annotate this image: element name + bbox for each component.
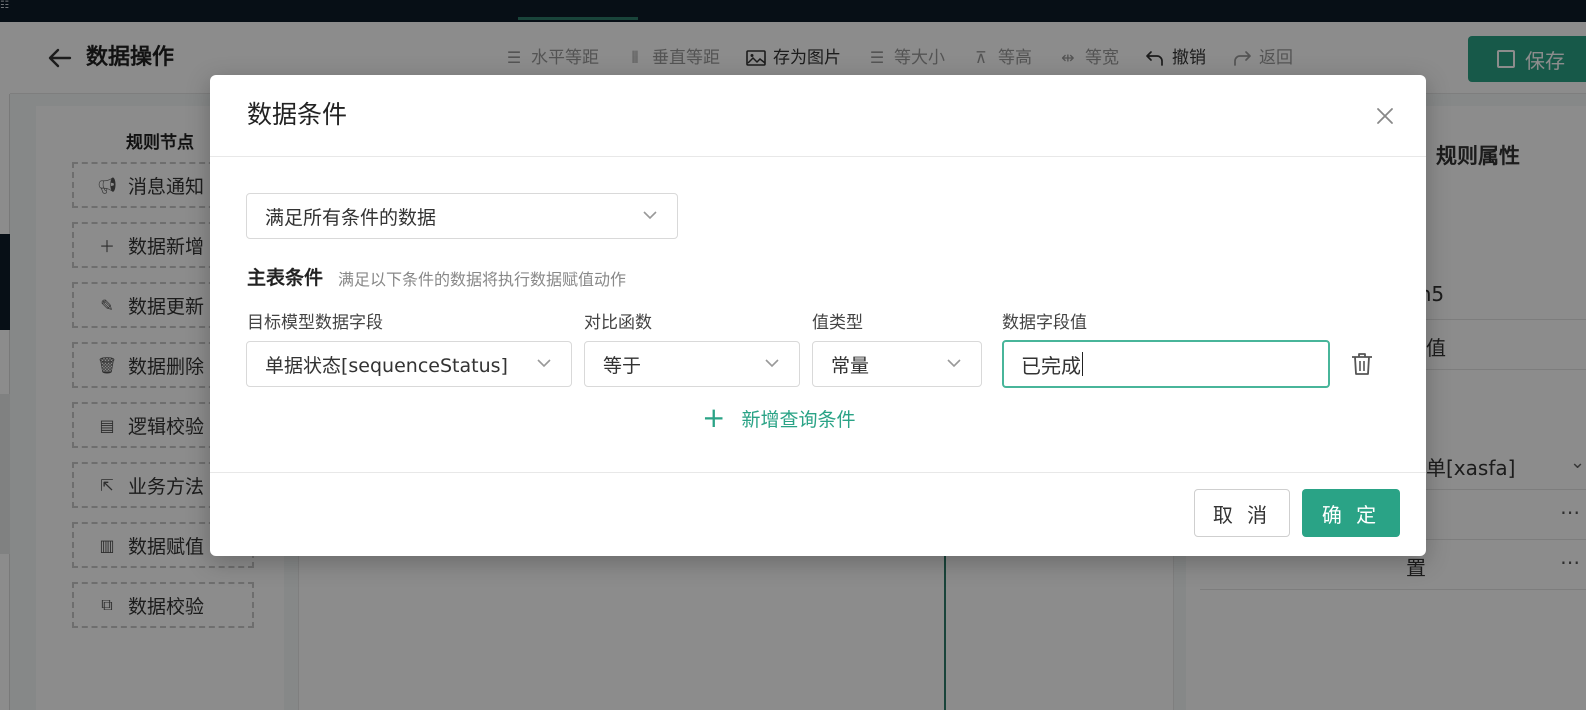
close-icon[interactable] bbox=[1372, 103, 1398, 129]
text-caret bbox=[1082, 352, 1083, 376]
delete-condition-icon[interactable] bbox=[1350, 351, 1374, 377]
column-label-compare: 对比函数 bbox=[584, 313, 652, 333]
value-type-select[interactable]: 常量 bbox=[812, 341, 982, 387]
plus-icon: + bbox=[702, 401, 726, 434]
cancel-button[interactable]: 取 消 bbox=[1194, 489, 1290, 537]
confirm-button[interactable]: 确 定 bbox=[1302, 489, 1400, 537]
dialog-footer: 取 消 确 定 bbox=[210, 472, 1426, 556]
add-query-condition-button[interactable]: + 新增查询条件 bbox=[702, 403, 855, 433]
chevron-down-icon bbox=[763, 354, 781, 372]
chevron-down-icon bbox=[535, 354, 553, 372]
target-field-select[interactable]: 单据状态[sequenceStatus] bbox=[246, 341, 572, 387]
dialog-header: 数据条件 bbox=[210, 75, 1426, 157]
chevron-down-icon bbox=[945, 354, 963, 372]
compare-function-select[interactable]: 等于 bbox=[584, 341, 800, 387]
column-label-value: 数据字段值 bbox=[1002, 313, 1087, 333]
column-label-value-type: 值类型 bbox=[812, 313, 863, 333]
field-value-input[interactable]: 已完成 bbox=[1002, 340, 1330, 388]
section-title: 主表条件 bbox=[247, 267, 324, 289]
section-subtitle: 满足以下条件的数据将执行数据赋值动作 bbox=[338, 270, 627, 289]
chevron-down-icon bbox=[641, 206, 659, 224]
dialog-title: 数据条件 bbox=[247, 100, 348, 129]
data-condition-dialog: 数据条件 满足所有条件的数据 主表条件 满足以下条件的数据将执行数据赋值动作 目… bbox=[210, 75, 1426, 556]
column-label-field: 目标模型数据字段 bbox=[247, 313, 383, 333]
match-mode-select[interactable]: 满足所有条件的数据 bbox=[246, 193, 678, 239]
